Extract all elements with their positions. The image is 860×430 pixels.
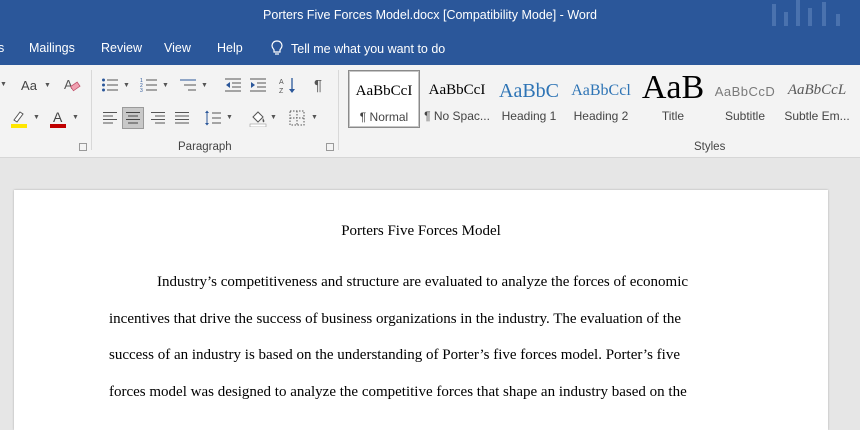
title-bar: Porters Five Forces Model.docx [Compatib… xyxy=(0,0,860,32)
align-center-button[interactable] xyxy=(122,107,144,129)
align-left-button[interactable] xyxy=(99,107,121,129)
tab-mailings[interactable]: Mailings xyxy=(29,41,75,55)
paragraph-line: incentives that drive the success of bus… xyxy=(109,311,682,327)
change-case-icon: Aa xyxy=(21,77,37,93)
clear-formatting-icon: A xyxy=(64,77,81,92)
tab-help[interactable]: Help xyxy=(217,41,243,55)
multilevel-list-button[interactable] xyxy=(178,75,198,95)
numbering-dropdown-caret[interactable]: ▼ xyxy=(162,82,169,89)
style-sample: AaBbCcl xyxy=(571,82,631,99)
lightbulb-icon xyxy=(271,40,283,56)
increase-indent-icon xyxy=(250,78,266,92)
svg-text:A: A xyxy=(64,77,73,92)
line-spacing-icon xyxy=(205,110,221,126)
align-right-button[interactable] xyxy=(147,107,169,129)
clear-formatting-button[interactable]: A xyxy=(62,75,82,95)
style-sample: AaBbCcL xyxy=(787,82,847,98)
highlight-dropdown-caret[interactable]: ▼ xyxy=(33,114,40,121)
style-name: ¶ No Spac... xyxy=(424,109,490,123)
style-name: Subtle Em... xyxy=(784,109,850,123)
style-name: Heading 2 xyxy=(573,109,629,123)
style-name: ¶ Normal xyxy=(359,110,409,124)
window-title: Porters Five Forces Model.docx [Compatib… xyxy=(263,8,597,22)
borders-dropdown-caret[interactable]: ▼ xyxy=(311,114,318,121)
style-subtitle[interactable]: AaBbCcD Subtitle xyxy=(709,70,781,128)
svg-text:A: A xyxy=(279,79,284,86)
style-name: Title xyxy=(661,109,685,123)
style-subtle-emphasis[interactable]: AaBbCcL Subtle Em... xyxy=(781,70,853,128)
paragraph-group-label: Paragraph xyxy=(178,141,232,153)
shading-button[interactable] xyxy=(248,107,268,129)
line-spacing-button[interactable] xyxy=(203,107,223,129)
svg-text:A: A xyxy=(53,109,63,125)
numbering-icon: 1 2 3 xyxy=(140,78,157,93)
paragraph-line: forces model was designed to analyze the… xyxy=(109,384,687,400)
sort-az-icon: A Z xyxy=(279,78,295,94)
document-title: Porters Five Forces Model xyxy=(341,223,501,239)
font-color-icon: A xyxy=(50,109,66,128)
style-title[interactable]: AaB Title xyxy=(637,70,709,128)
paint-bucket-icon xyxy=(249,111,267,127)
multilevel-list-icon xyxy=(180,79,196,91)
style-sample: AaBbC xyxy=(499,80,559,102)
justify-button[interactable] xyxy=(171,107,193,129)
sort-button[interactable]: A Z xyxy=(278,75,298,95)
bullets-dropdown-caret[interactable]: ▼ xyxy=(123,82,130,89)
tell-me-text: Tell me what you want to do xyxy=(291,42,446,56)
font-dropdown-partial[interactable]: ▼ xyxy=(0,76,8,92)
decrease-indent-icon xyxy=(225,78,241,92)
bullets-button[interactable] xyxy=(100,75,120,95)
group-separator xyxy=(338,70,339,150)
borders-icon xyxy=(289,110,305,126)
line-spacing-dropdown-caret[interactable]: ▼ xyxy=(226,114,233,121)
paragraph-line: success of an industry is based on the u… xyxy=(109,347,680,363)
menu-bar: s Mailings Review View Help Tell me what… xyxy=(0,32,860,65)
highlight-color-button[interactable] xyxy=(8,107,30,129)
tab-view[interactable]: View xyxy=(164,41,191,55)
tell-me-search[interactable]: Tell me what you want to do xyxy=(271,40,445,56)
numbering-button[interactable]: 1 2 3 xyxy=(139,75,159,95)
font-color-dropdown-caret[interactable]: ▼ xyxy=(72,114,79,121)
font-dialog-launcher[interactable] xyxy=(79,143,87,151)
multilevel-dropdown-caret[interactable]: ▼ xyxy=(201,82,208,89)
align-left-icon xyxy=(103,112,117,124)
style-name: Heading 1 xyxy=(501,109,557,123)
borders-button[interactable] xyxy=(287,107,307,129)
show-formatting-marks-button[interactable]: ¶ xyxy=(308,75,328,95)
paragraph-dialog-launcher[interactable] xyxy=(326,143,334,151)
group-separator xyxy=(91,70,92,150)
styles-group-label: Styles xyxy=(694,141,726,153)
shading-dropdown-caret[interactable]: ▼ xyxy=(270,114,277,121)
style-sample: AaBbCcD xyxy=(714,84,776,99)
increase-indent-button[interactable] xyxy=(248,75,268,95)
pilcrow-icon: ¶ xyxy=(313,76,323,94)
document-page[interactable]: Porters Five Forces Model Industry’s com… xyxy=(14,190,828,430)
tab-review[interactable]: Review xyxy=(101,41,142,55)
tab-references-partial[interactable]: s xyxy=(0,41,4,55)
style-heading-2[interactable]: AaBbCcl Heading 2 xyxy=(565,70,637,128)
style-sample: AaBbCcI xyxy=(428,82,486,98)
style-heading-1[interactable]: AaBbC Heading 1 xyxy=(493,70,565,128)
decrease-indent-button[interactable] xyxy=(223,75,243,95)
title-bar-pattern xyxy=(760,0,860,32)
align-right-icon xyxy=(151,112,165,124)
align-center-icon xyxy=(126,112,140,124)
bullets-icon xyxy=(102,78,118,92)
font-color-button[interactable]: A xyxy=(47,107,69,129)
change-case-button[interactable]: Aa ▼ xyxy=(16,75,51,95)
paragraph-line: Industry’s competitiveness and structure… xyxy=(157,274,689,290)
highlighter-icon xyxy=(11,111,27,128)
style-name: Subtitle xyxy=(724,109,766,123)
svg-text:Z: Z xyxy=(279,88,284,94)
style-no-spacing[interactable]: AaBbCcI ¶ No Spac... xyxy=(421,70,493,128)
svg-text:3: 3 xyxy=(140,88,143,93)
style-normal[interactable]: AaBbCcI ¶ Normal xyxy=(348,70,420,128)
style-sample: AaB xyxy=(641,70,705,106)
justify-icon xyxy=(175,112,189,124)
style-sample: AaBbCcI xyxy=(355,83,413,99)
